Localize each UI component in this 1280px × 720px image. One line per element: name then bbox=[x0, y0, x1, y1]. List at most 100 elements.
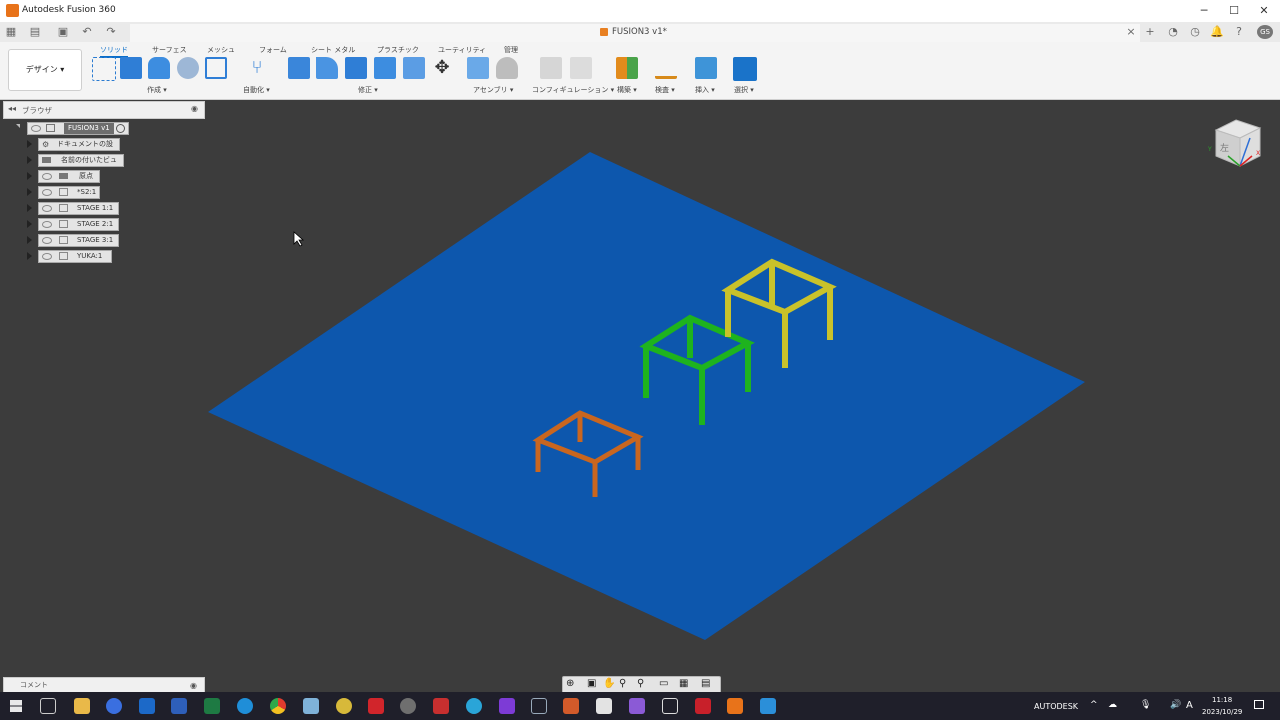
tray-time[interactable]: 11:18 bbox=[1212, 696, 1232, 704]
expand-arrow-icon[interactable] bbox=[27, 204, 32, 212]
task-view-icon[interactable] bbox=[40, 698, 56, 714]
zoom-icon[interactable]: ⚲ bbox=[619, 678, 626, 689]
save-icon[interactable]: ▣ bbox=[56, 25, 70, 39]
new-component-icon[interactable] bbox=[467, 57, 489, 79]
ime-indicator[interactable]: A bbox=[1186, 700, 1193, 711]
view-cube[interactable]: 左 Y X bbox=[1206, 116, 1266, 172]
hole-icon[interactable] bbox=[177, 57, 199, 79]
visibility-eye-icon[interactable] bbox=[42, 237, 52, 244]
close-window-button[interactable]: ✕ bbox=[1252, 3, 1276, 19]
app-icon-18[interactable] bbox=[760, 698, 776, 714]
display-settings-icon[interactable]: ▭ bbox=[659, 678, 668, 689]
tray-network-icon[interactable]: ☁ bbox=[1108, 700, 1117, 710]
insert-image-icon[interactable] bbox=[695, 57, 717, 79]
expand-arrow-icon[interactable] bbox=[27, 252, 32, 260]
notification-center-icon[interactable] bbox=[1254, 700, 1264, 709]
group-configure[interactable]: コンフィギュレーション ▾ bbox=[532, 85, 614, 95]
word-icon[interactable] bbox=[171, 698, 187, 714]
group-modify[interactable]: 修正 ▾ bbox=[358, 85, 378, 95]
shell-icon[interactable] bbox=[403, 57, 425, 79]
app-icon-11[interactable] bbox=[531, 698, 547, 714]
look-at-icon[interactable]: ▣ bbox=[587, 678, 596, 689]
tab-manage[interactable]: 管理 bbox=[504, 45, 518, 55]
browser-root-node[interactable]: FUSION3 v1 bbox=[27, 122, 129, 135]
edge-icon[interactable] bbox=[237, 698, 253, 714]
app-icon-8[interactable] bbox=[433, 698, 449, 714]
chamfer-icon[interactable] bbox=[345, 57, 367, 79]
chrome-icon[interactable] bbox=[270, 698, 286, 714]
group-inspect[interactable]: 検査 ▾ bbox=[655, 85, 675, 95]
expand-arrow-icon[interactable] bbox=[27, 236, 32, 244]
config-table-icon[interactable] bbox=[570, 57, 592, 79]
fusion-taskbar-icon[interactable] bbox=[727, 698, 743, 714]
acrobat-icon[interactable] bbox=[695, 698, 711, 714]
browser-item-s2[interactable]: *S2:1 bbox=[38, 186, 100, 199]
visibility-eye-icon[interactable] bbox=[42, 189, 52, 196]
browser-item-yuka[interactable]: YUKA:1 bbox=[38, 250, 112, 263]
automate-icon[interactable]: ⑂ bbox=[246, 57, 268, 79]
construct-plane-icon[interactable] bbox=[616, 57, 638, 79]
tab-form[interactable]: フォーム bbox=[259, 45, 287, 55]
collapse-browser-icon[interactable]: ◂◂ bbox=[8, 104, 16, 113]
tray-mic-icon[interactable]: 🎙 bbox=[1140, 700, 1151, 710]
browser-item-origin[interactable]: 原点 bbox=[38, 170, 100, 183]
outlook-icon[interactable] bbox=[139, 698, 155, 714]
redo-icon[interactable]: ↷ bbox=[104, 25, 118, 39]
viewport[interactable] bbox=[0, 100, 1280, 676]
viewports-icon[interactable]: ▤ bbox=[701, 678, 710, 689]
group-construct[interactable]: 構築 ▾ bbox=[617, 85, 637, 95]
orbit-icon[interactable]: ⊕ bbox=[566, 678, 574, 689]
revolve-icon[interactable] bbox=[148, 57, 170, 79]
create-sketch-icon[interactable] bbox=[92, 57, 116, 81]
joint-icon[interactable] bbox=[496, 57, 518, 79]
new-tab-button[interactable]: + bbox=[1143, 25, 1157, 39]
excel-icon[interactable] bbox=[204, 698, 220, 714]
visibility-eye-icon[interactable] bbox=[42, 253, 52, 260]
visibility-eye-icon[interactable] bbox=[42, 221, 52, 228]
browser-item-stage-2[interactable]: STAGE 2:1 bbox=[38, 218, 119, 231]
app-icon-4[interactable] bbox=[303, 698, 319, 714]
app-icon-13[interactable] bbox=[596, 698, 612, 714]
select-icon[interactable] bbox=[733, 57, 757, 81]
undo-icon[interactable]: ↶ bbox=[80, 25, 94, 39]
browser-item-stage-1[interactable]: STAGE 1:1 bbox=[38, 202, 119, 215]
visibility-eye-icon[interactable] bbox=[31, 125, 41, 132]
tab-sheet-metal[interactable]: シート メタル bbox=[311, 45, 355, 55]
app-icon-7[interactable] bbox=[400, 698, 416, 714]
visibility-eye-icon[interactable] bbox=[42, 205, 52, 212]
close-tab-button[interactable]: × bbox=[1124, 25, 1138, 39]
app-icon-6[interactable] bbox=[368, 698, 384, 714]
group-create[interactable]: 作成 ▾ bbox=[147, 85, 167, 95]
activate-radio-icon[interactable] bbox=[116, 124, 125, 133]
tray-volume-icon[interactable]: 🔊 bbox=[1170, 700, 1181, 710]
history-icon[interactable]: ◷ bbox=[1188, 25, 1202, 39]
media-player-icon[interactable] bbox=[106, 698, 122, 714]
app-grid-icon[interactable]: ▦ bbox=[4, 25, 18, 39]
browser-item-named-views[interactable]: 名前の付いたビュー bbox=[38, 154, 124, 175]
expand-arrow-icon[interactable] bbox=[27, 156, 32, 164]
expand-arrow-icon[interactable] bbox=[27, 220, 32, 228]
configure-icon[interactable] bbox=[540, 57, 562, 79]
browser-options-icon[interactable]: ◉ bbox=[191, 104, 198, 113]
fit-icon[interactable]: ⚲ bbox=[637, 678, 644, 689]
app-icon-9[interactable] bbox=[466, 698, 482, 714]
tab-mesh[interactable]: メッシュ bbox=[207, 45, 235, 55]
minimize-button[interactable]: ─ bbox=[1192, 3, 1216, 19]
tab-surface[interactable]: サーフェス bbox=[152, 45, 187, 55]
comments-options-icon[interactable]: ◉ bbox=[190, 678, 197, 693]
tray-chevron-icon[interactable]: ^ bbox=[1090, 700, 1098, 710]
pattern-icon[interactable] bbox=[205, 57, 227, 79]
browser-panel-header[interactable]: ◂◂ ブラウザ ◉ bbox=[3, 101, 205, 119]
expand-arrow-icon[interactable] bbox=[27, 140, 32, 148]
file-menu-icon[interactable]: ▤ bbox=[28, 25, 42, 39]
user-avatar[interactable]: GS bbox=[1257, 25, 1273, 39]
browser-item-stage-3[interactable]: STAGE 3:1 bbox=[38, 234, 119, 247]
app-icon-12[interactable] bbox=[563, 698, 579, 714]
tab-utilities[interactable]: ユーティリティ bbox=[438, 45, 486, 55]
group-insert[interactable]: 挿入 ▾ bbox=[695, 85, 715, 95]
help-icon[interactable]: ? bbox=[1232, 25, 1246, 39]
maximize-button[interactable]: ☐ bbox=[1222, 3, 1246, 19]
job-status-icon[interactable]: ◔ bbox=[1166, 25, 1180, 39]
measure-icon[interactable] bbox=[655, 57, 677, 79]
root-expand-icon[interactable] bbox=[16, 124, 20, 128]
